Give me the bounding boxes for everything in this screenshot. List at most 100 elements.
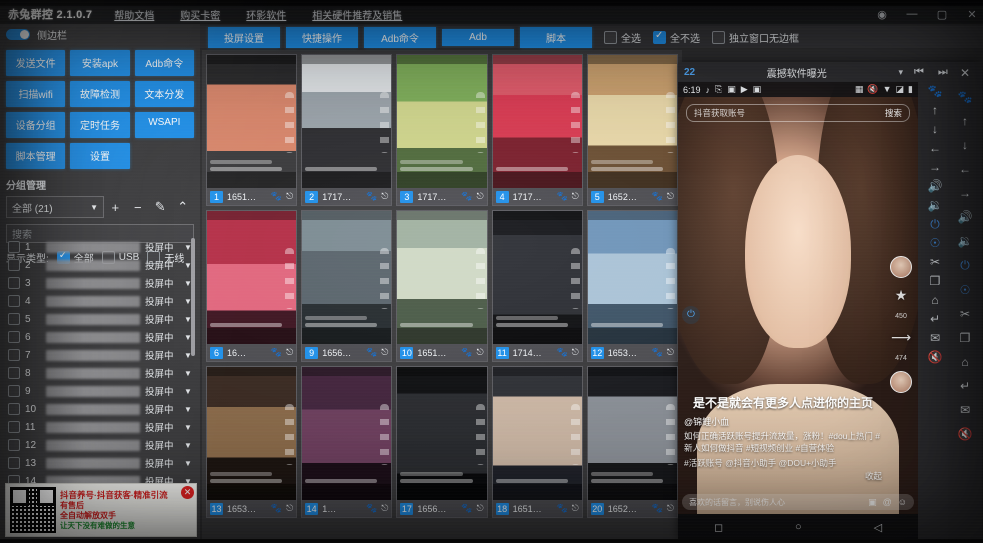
arrow-right-icon[interactable]: → [959,186,971,200]
device-card[interactable]: 11 1714… 🐾 ⎋ [491,210,583,362]
sidebar-toggle-switch[interactable] [6,28,30,40]
scissors-icon[interactable]: ✂ [930,256,940,268]
device-card[interactable]: 20 1652… 🐾 ⎋ [586,366,678,518]
share-arrow-icon[interactable]: ⟶ [891,329,911,346]
copy-icon[interactable]: ❐ [930,275,941,287]
back-triangle-icon[interactable]: ◁ [874,521,882,534]
device-screen-thumbnail[interactable] [207,211,297,344]
volume-up-icon[interactable]: 🔊 [958,210,973,224]
device-chevron-icon[interactable]: ▼ [184,441,196,450]
popout-icon[interactable]: ⎋ [286,191,293,202]
paw-icon[interactable]: 🐾 [271,191,282,202]
device-row[interactable]: 7 投屏中 ▼ [4,346,196,364]
device-chevron-icon[interactable]: ▼ [184,387,196,396]
mute-icon[interactable]: 🔇 [928,351,943,363]
account-icon[interactable]: ◉ [875,8,889,21]
mirrored-phone-screen[interactable]: 6:19 ♪ ⎘ ▣ ▶ ▣ ▦ 🔇 ▼ ◪ ▮ 抖音获取账号 搜索 ★ 450… [678,82,918,540]
device-card[interactable]: 9 1656… 🐾 ⎋ [301,210,393,362]
group-edit-pencil-icon[interactable]: ✎ [149,199,172,215]
minimize-button[interactable]: — [905,8,919,20]
popout-icon[interactable]: ⎋ [667,191,674,202]
paw-icon[interactable]: 🐾 [366,191,377,202]
popout-icon[interactable]: ⎋ [476,191,483,202]
device-row[interactable]: 6 投屏中 ▼ [4,328,196,346]
device-row[interactable]: 4 投屏中 ▼ [4,292,196,310]
close-button[interactable]: ✕ [965,8,979,21]
arrow-up-icon[interactable]: ↑ [962,114,968,128]
device-screen-thumbnail[interactable] [397,211,487,344]
btn-send-file[interactable]: 发送文件 [6,50,66,76]
device-screen-thumbnail[interactable] [207,367,297,500]
recents-square-icon[interactable]: ◻ [714,521,723,534]
btn-device-group[interactable]: 设备分组 [6,112,66,138]
device-checkbox[interactable] [8,403,20,415]
device-checkbox[interactable] [8,241,20,253]
paw-icon[interactable]: 🐾 [652,347,663,358]
popout-icon[interactable]: ⎋ [381,503,388,514]
video-tags[interactable]: #活跃账号 @抖音小助手 @DOU+小助手 [684,457,882,469]
popout-icon[interactable]: ⎋ [667,347,674,358]
device-checkbox[interactable] [8,295,20,307]
popout-icon[interactable]: ⎋ [286,347,293,358]
menu-item-help-doc[interactable]: 帮助文档 [114,7,154,22]
device-screen-thumbnail[interactable] [207,55,297,188]
maximize-button[interactable]: ▢ [935,8,949,21]
device-screen-thumbnail[interactable] [302,55,392,188]
device-checkbox[interactable] [8,385,20,397]
group-add-button[interactable]: + [104,200,127,215]
arrow-down-icon[interactable]: ↓ [962,138,968,152]
promo-banner[interactable]: 抖音养号·抖音获客·精准引流 有售后 全自动解放双手 让天下没有难做的生意 ✕ [5,483,197,537]
device-screen-thumbnail[interactable] [587,55,677,188]
device-row[interactable]: 8 投屏中 ▼ [4,364,196,382]
device-chevron-icon[interactable]: ▼ [184,369,196,378]
device-screen-thumbnail[interactable] [492,55,582,188]
scissors-icon[interactable]: ✂ [960,307,970,321]
paw-icon[interactable]: 🐾 [556,191,567,202]
popout-icon[interactable]: ⎋ [667,503,674,514]
popout-icon[interactable]: ⎋ [572,191,579,202]
btn-timed-task[interactable]: 定时任务 [70,112,130,138]
device-chevron-icon[interactable]: ▼ [184,423,196,432]
arrow-up-icon[interactable]: ↑ [932,104,938,116]
device-card[interactable]: 1 1651… 🐾 ⎋ [206,54,298,206]
home-circle-icon[interactable]: ○ [795,521,802,533]
paw-icon[interactable]: 🐾 [556,347,567,358]
borderless-window-checkbox[interactable]: 独立窗口无边框 [712,30,799,45]
btn-wsapi[interactable]: WSAPI [134,112,194,138]
home-icon[interactable]: ⌂ [961,355,968,369]
enter-icon[interactable]: ↵ [930,313,940,325]
paw-icon[interactable]: 🐾 [461,347,472,358]
location-icon[interactable]: ☉ [930,237,941,249]
toolbar-adb-command[interactable]: Adb命令 [364,26,436,48]
arrow-right-icon[interactable]: → [929,161,941,173]
message-icon[interactable]: ✉ [930,332,940,344]
paw-icon[interactable]: 🐾 [958,90,973,104]
group-collapse-chevron-icon[interactable]: ⌃ [172,199,195,215]
device-row[interactable]: 2 投屏中 ▼ [4,256,196,274]
paw-icon[interactable]: 🐾 [652,503,663,514]
device-row[interactable]: 10 投屏中 ▼ [4,400,196,418]
paw-icon[interactable]: 🐾 [461,191,472,202]
device-card[interactable]: 18 1651… 🐾 ⎋ [491,366,583,518]
device-card[interactable]: 14 1… 🐾 ⎋ [301,366,393,518]
emoji-icon[interactable]: ☺ [898,497,907,508]
device-list-scrollbar[interactable] [191,238,195,356]
device-list[interactable]: 1 投屏中 ▼ 2 投屏中 ▼ 3 投屏中 ▼ 4 投屏中 ▼ 5 投屏中 ▼ … [4,238,196,496]
device-row[interactable]: 11 投屏中 ▼ [4,418,196,436]
close-icon[interactable]: ✕ [960,66,970,80]
device-row[interactable]: 3 投屏中 ▼ [4,274,196,292]
popout-icon[interactable]: ⎋ [381,347,388,358]
arrow-down-icon[interactable]: ↓ [932,123,938,135]
paw-icon[interactable]: 🐾 [928,85,943,97]
device-checkbox[interactable] [8,259,20,271]
arrow-left-icon[interactable]: ← [929,142,941,154]
device-card[interactable]: 5 1652… 🐾 ⎋ [586,54,678,206]
paw-icon[interactable]: 🐾 [366,503,377,514]
btn-install-apk[interactable]: 安装apk [70,50,130,76]
toolbar-adb[interactable]: Adb [442,28,514,46]
device-screen-thumbnail[interactable] [302,211,392,344]
volume-down-icon[interactable]: 🔉 [958,234,973,248]
device-chevron-icon[interactable]: ▼ [184,405,196,414]
popout-icon[interactable]: ⎋ [572,503,579,514]
select-all-checkbox[interactable]: 全选 [604,30,641,45]
